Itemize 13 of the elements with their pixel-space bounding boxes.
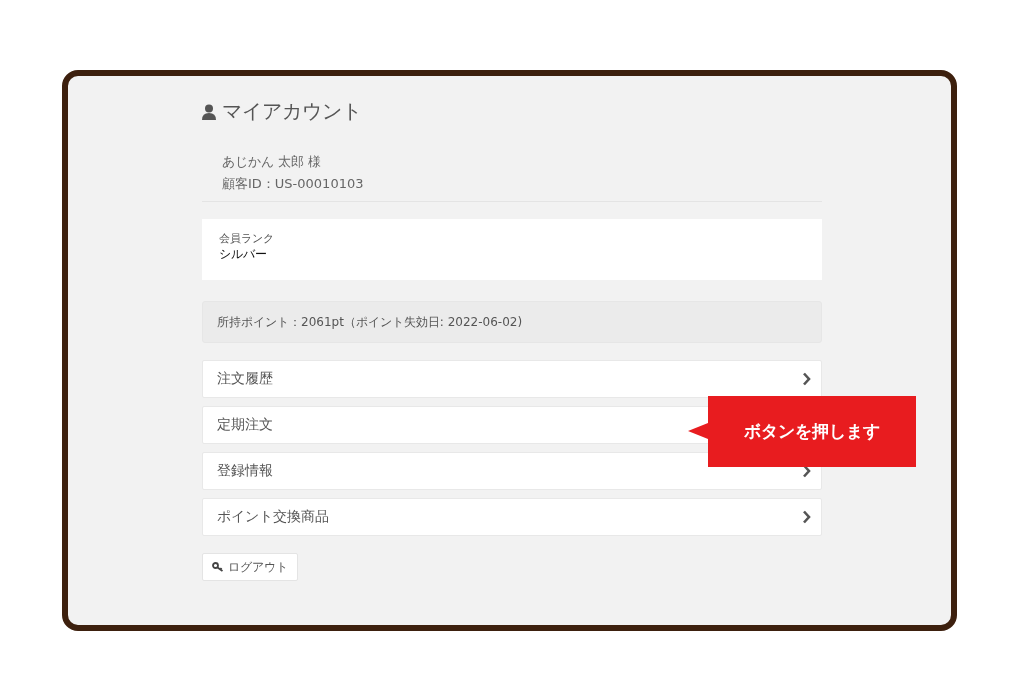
- menu-item[interactable]: ポイント交換商品: [202, 498, 822, 536]
- menu-item[interactable]: 登録情報: [202, 452, 822, 490]
- logout-button[interactable]: ログアウト: [202, 553, 298, 581]
- customer-id: 顧客ID：US-00010103: [222, 175, 365, 193]
- rank-label: 会員ランク: [219, 231, 275, 246]
- key-icon: [212, 562, 224, 572]
- user-icon: [202, 103, 216, 120]
- page-title: マイアカウント: [222, 98, 362, 125]
- points-info: 所持ポイント：2061pt（ポイント失効日: 2022-06-02): [202, 301, 822, 343]
- callout-tooltip: ボタンを押します: [688, 396, 916, 467]
- customer-name: あじかん 太郎 様: [222, 153, 323, 171]
- menu-item[interactable]: 注文履歴: [202, 360, 822, 398]
- rank-value: シルバー: [219, 246, 268, 263]
